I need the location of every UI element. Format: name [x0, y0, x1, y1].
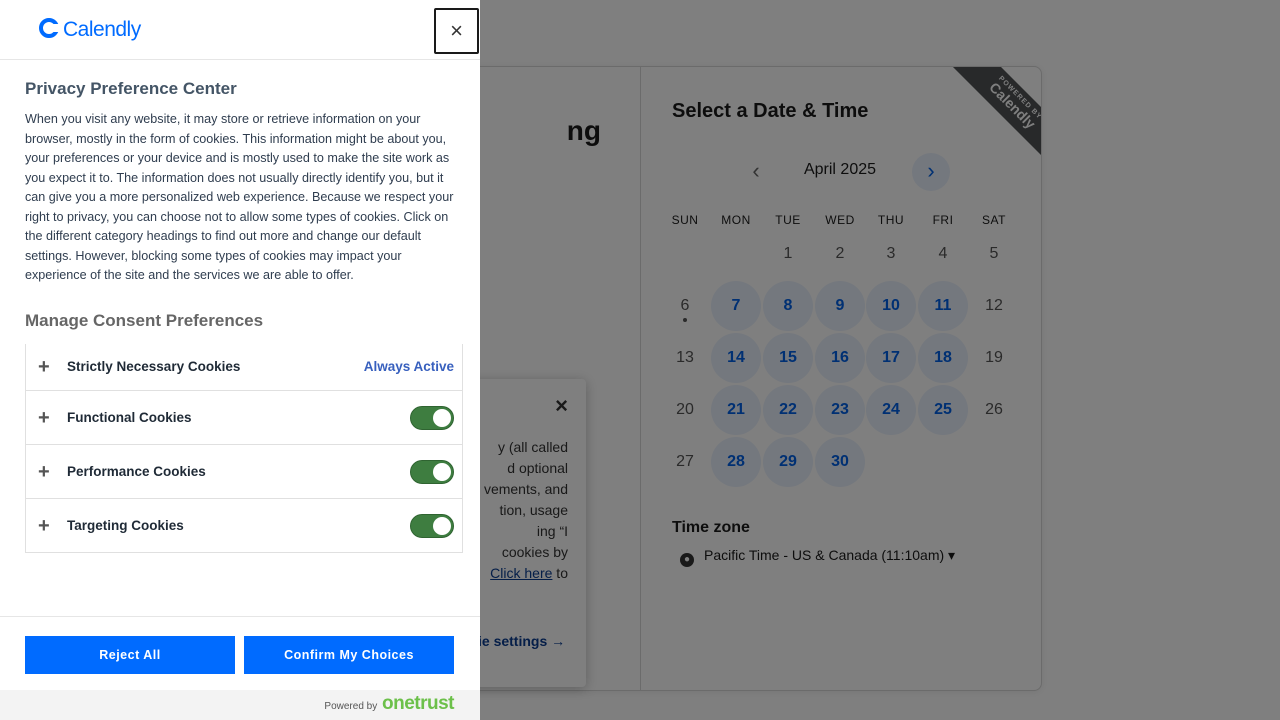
consent-toggle[interactable] — [410, 513, 454, 538]
category-label: Targeting Cookies — [67, 517, 184, 533]
plus-icon[interactable]: + — [38, 408, 50, 428]
category-strictly-necessary-cookies[interactable]: + Strictly Necessary Cookies Always Active — [26, 344, 462, 390]
category-label: Functional Cookies — [67, 409, 192, 425]
panel-description: When you visit any website, it may store… — [25, 110, 465, 286]
plus-icon[interactable]: + — [38, 357, 50, 377]
description-line: you expect it to. The information does n… — [25, 170, 444, 185]
close-button[interactable]: × — [434, 8, 479, 54]
category-label: Strictly Necessary Cookies — [67, 359, 241, 374]
category-label: Performance Cookies — [67, 463, 206, 479]
powered-by-onetrust[interactable]: Powered by onetrust — [324, 693, 454, 715]
plus-icon[interactable]: + — [38, 462, 50, 482]
description-line: browser, mostly in the form of cookies. … — [25, 131, 447, 146]
panel-footer: Reject All Confirm My Choices — [0, 616, 480, 691]
description-line: settings. However, blocking some types o… — [25, 248, 402, 263]
confirm-choices-button[interactable]: Confirm My Choices — [244, 636, 454, 674]
panel-title: Privacy Preference Center — [25, 79, 237, 98]
powered-by-bar: Powered by onetrust — [0, 690, 480, 720]
description-line: When you visit any website, it may store… — [25, 112, 421, 126]
description-line: can give you a more personalized web exp… — [25, 190, 454, 204]
description-line: right to privacy, you can choose not to … — [25, 209, 449, 224]
category-functional-cookies[interactable]: + Functional Cookies — [26, 390, 462, 444]
onetrust-logo: onetrust — [382, 693, 455, 714]
calendly-logo-icon — [39, 18, 59, 38]
logo-text: Calendly — [63, 18, 141, 41]
description-line: experience of the site and the services … — [25, 268, 354, 282]
reject-all-button[interactable]: Reject All — [25, 636, 235, 674]
consent-section-title: Manage Consent Preferences — [25, 311, 264, 330]
description-line: the different category headings to find … — [25, 229, 422, 243]
always-active-status: Always Active — [363, 359, 454, 374]
plus-icon[interactable]: + — [38, 516, 50, 536]
description-line: your preferences or your device and is m… — [25, 151, 450, 165]
toggle-knob — [433, 408, 451, 427]
cookie-categories: + Strictly Necessary Cookies Always Active… — [25, 344, 463, 553]
privacy-preference-center: Calendly × Privacy Preference Center Whe… — [0, 0, 480, 720]
consent-toggle[interactable] — [410, 405, 454, 430]
toggle-knob — [433, 516, 451, 535]
consent-toggle[interactable] — [410, 459, 454, 484]
powered-by-label: Powered by — [324, 701, 378, 712]
panel-header: Calendly × — [0, 0, 480, 60]
category-targeting-cookies[interactable]: + Targeting Cookies — [26, 498, 462, 552]
category-performance-cookies[interactable]: + Performance Cookies — [26, 444, 462, 498]
toggle-knob — [433, 462, 451, 481]
